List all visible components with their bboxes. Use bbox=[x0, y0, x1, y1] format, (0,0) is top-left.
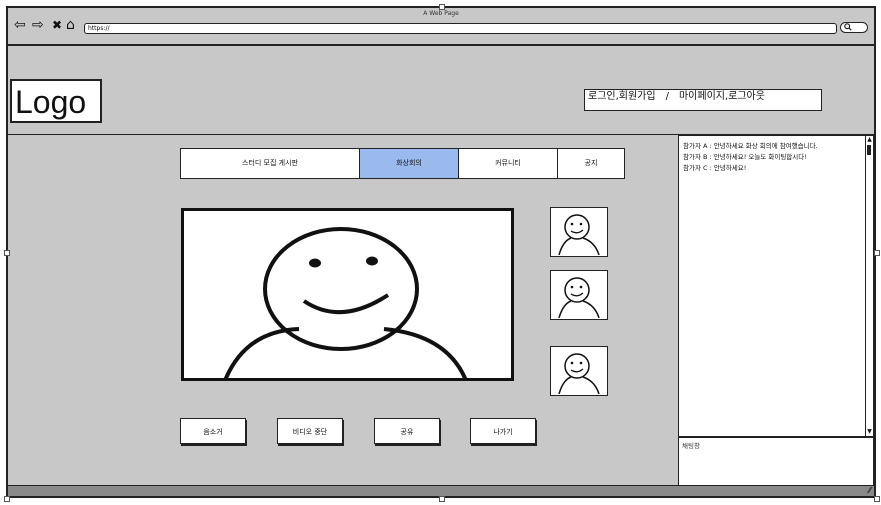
browser-window: A Web Page ⇦ ⇨ ✖ ⌂ https:// Logo 로그인,회원가… bbox=[6, 6, 876, 498]
site-header: Logo 로그인,회원가입 / 마이페이지,로그아웃 bbox=[8, 46, 874, 135]
home-icon[interactable]: ⌂ bbox=[66, 18, 75, 32]
selection-handle bbox=[874, 496, 880, 502]
search-icon[interactable] bbox=[840, 22, 868, 33]
mute-button[interactable]: 음소거 bbox=[180, 418, 246, 444]
participant-avatar-icon bbox=[558, 214, 600, 256]
share-button[interactable]: 공유 bbox=[374, 418, 440, 444]
mypage-logout-link[interactable]: 마이페이지,로그아웃 bbox=[679, 91, 765, 102]
chat-message: 참가자 A : 안녕하세요 화상 회의에 참여했습니다. bbox=[683, 142, 818, 150]
selection-handle bbox=[439, 496, 445, 502]
main-tabs: 스터디 모집 게시판 화상회의 커뮤니티 공지 bbox=[180, 148, 625, 179]
tab-study-board[interactable]: 스터디 모집 게시판 bbox=[181, 149, 360, 178]
scroll-up-icon[interactable]: ▲ bbox=[866, 136, 873, 144]
chat-scrollbar[interactable]: ▲ ▼ bbox=[865, 136, 873, 436]
selection-handle bbox=[4, 250, 10, 256]
scroll-down-icon[interactable]: ▼ bbox=[866, 428, 873, 436]
tab-video-meeting[interactable]: 화상회의 bbox=[360, 149, 459, 178]
chat-message: 참가자 C : 안녕하세요! bbox=[683, 164, 747, 172]
magnifier-icon bbox=[844, 23, 852, 31]
video-stop-button[interactable]: 비디오 중단 bbox=[277, 418, 343, 444]
auth-links: 로그인,회원가입 / 마이페이지,로그아웃 bbox=[584, 89, 822, 111]
scroll-thumb[interactable] bbox=[867, 145, 871, 155]
participant-thumbnail[interactable] bbox=[550, 207, 608, 257]
status-bar: ⁄⁄ bbox=[8, 485, 874, 496]
tab-notice[interactable]: 공지 bbox=[558, 149, 624, 178]
selection-handle bbox=[874, 250, 880, 256]
main-video-feed bbox=[181, 208, 514, 381]
browser-toolbar: A Web Page ⇦ ⇨ ✖ ⌂ https:// bbox=[8, 8, 874, 46]
participant-thumbnail[interactable] bbox=[550, 270, 608, 320]
tab-community[interactable]: 커뮤니티 bbox=[459, 149, 558, 178]
participant-avatar-icon bbox=[558, 277, 600, 319]
leave-button[interactable]: 나가기 bbox=[470, 418, 536, 444]
logo[interactable]: Logo bbox=[10, 79, 102, 123]
login-signup-link[interactable]: 로그인,회원가입 bbox=[588, 91, 656, 102]
participant-avatar-icon bbox=[223, 227, 468, 378]
window-title: A Web Page bbox=[423, 10, 459, 17]
chat-input[interactable]: 채팅창 bbox=[678, 437, 874, 486]
selection-handle bbox=[439, 4, 445, 10]
forward-icon[interactable]: ⇨ bbox=[32, 18, 44, 32]
selection-handle bbox=[4, 496, 10, 502]
resize-grip-icon[interactable]: ⁄⁄ bbox=[868, 486, 871, 496]
address-bar[interactable]: https:// bbox=[84, 23, 837, 34]
participant-avatar-icon bbox=[558, 353, 600, 395]
chat-messages: 참가자 A : 안녕하세요 화상 회의에 참여했습니다. 참가자 B : 안녕하… bbox=[679, 136, 873, 179]
auth-separator: / bbox=[665, 91, 669, 102]
back-icon[interactable]: ⇦ bbox=[14, 18, 26, 32]
participant-thumbnail[interactable] bbox=[550, 346, 608, 396]
chat-message: 참가자 B : 안녕하세요! 오늘도 화이팅합시다! bbox=[683, 153, 807, 161]
close-icon[interactable]: ✖ bbox=[52, 18, 62, 32]
chat-panel: 참가자 A : 안녕하세요 화상 회의에 참여했습니다. 참가자 B : 안녕하… bbox=[678, 135, 874, 437]
